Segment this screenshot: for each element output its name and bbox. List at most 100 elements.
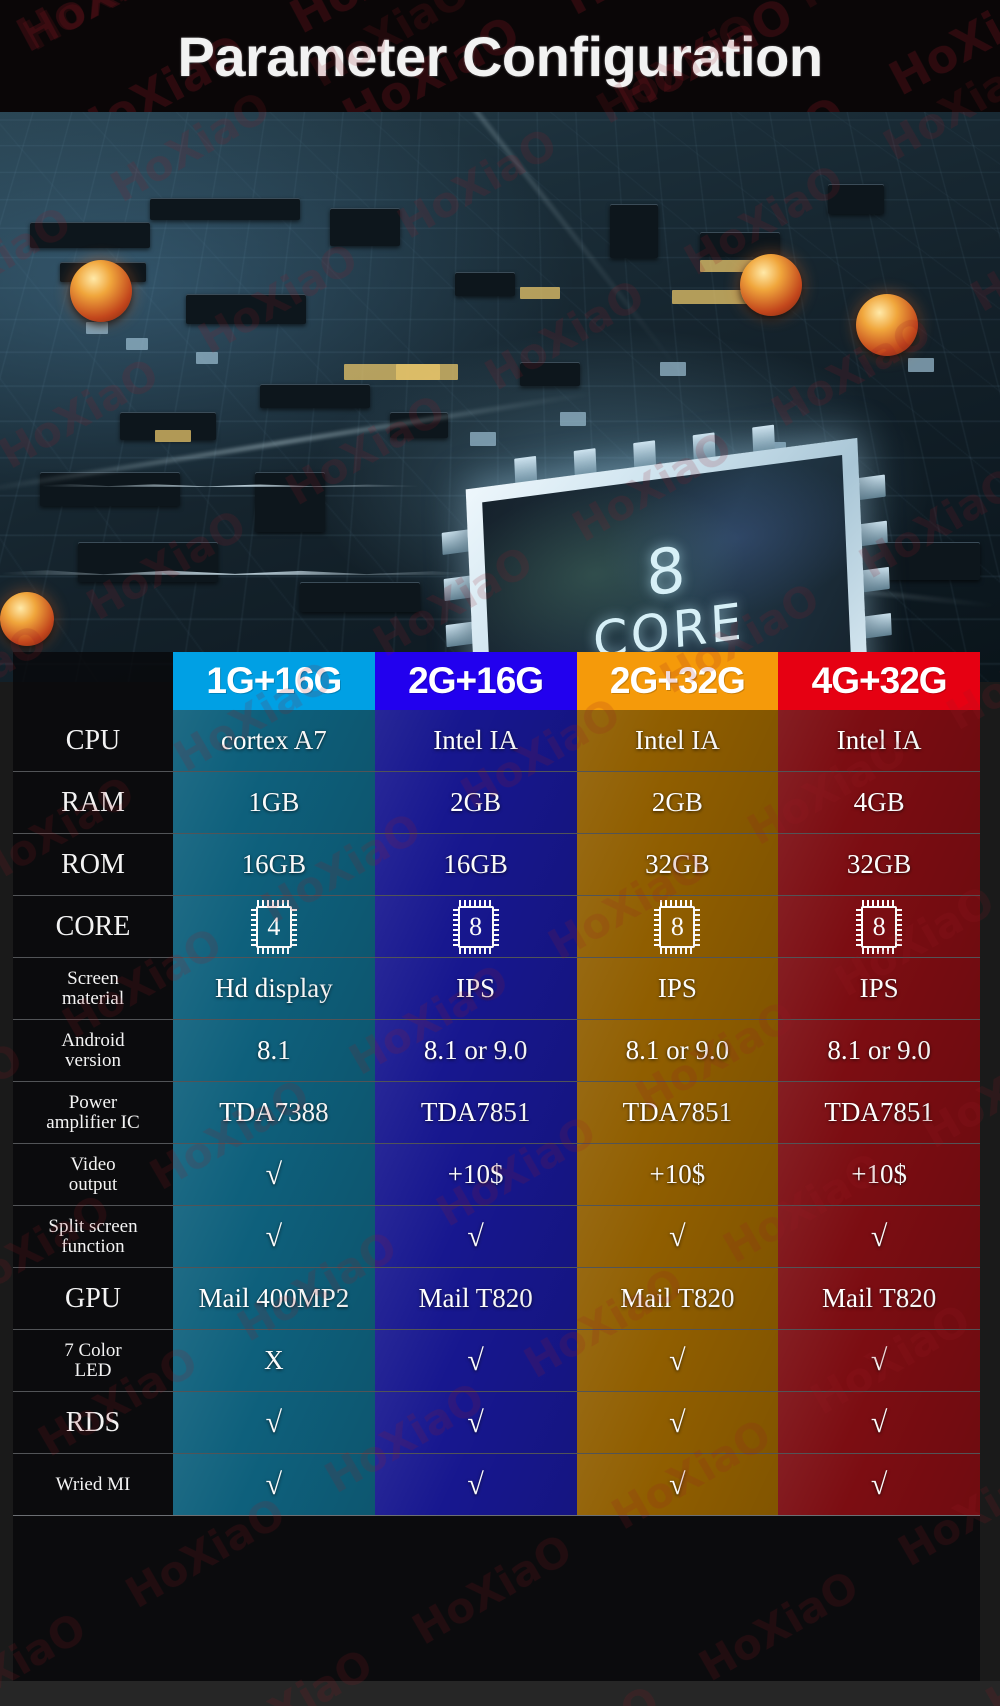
cell-value: Intel IA bbox=[635, 724, 720, 755]
cell-value: Mail T820 bbox=[620, 1282, 735, 1313]
pcb-component bbox=[260, 384, 370, 408]
pcb-component bbox=[30, 222, 150, 248]
cell-value: 1GB bbox=[248, 786, 300, 817]
pcb-pin-header bbox=[520, 287, 560, 299]
cell-6-2: TDA7851 bbox=[576, 1082, 779, 1143]
table-row: CPU cortex A7 Intel IA Intel IA Intel IA bbox=[13, 710, 980, 772]
pcb-component bbox=[610, 204, 658, 258]
table-header-row: 1G+16G 2G+16G 2G+32G 4G+32G bbox=[13, 652, 980, 710]
table-row: Split screen function √ √ √ √ bbox=[13, 1206, 980, 1268]
pcb-pad bbox=[196, 352, 218, 364]
cell-2-0: 16GB bbox=[173, 834, 375, 895]
cell-2-3: 32GB bbox=[778, 834, 980, 895]
cell-value: 8.1 or 9.0 bbox=[827, 1034, 931, 1065]
cell-11-2: √ bbox=[576, 1392, 779, 1453]
column-header-col2[interactable]: 2G+16G bbox=[374, 652, 577, 710]
pcb-component bbox=[455, 272, 515, 296]
column-header-col3[interactable]: 2G+32G bbox=[576, 652, 779, 710]
pcb-pin-header bbox=[155, 430, 191, 442]
cell-3-1: 8 bbox=[374, 896, 577, 957]
checkmark-icon: √ bbox=[467, 1468, 484, 1501]
cell-5-3: 8.1 or 9.0 bbox=[778, 1020, 980, 1081]
table-row: CORE 4 8 8 8 bbox=[13, 896, 980, 958]
cell-7-2: +10$ bbox=[576, 1144, 779, 1205]
cell-6-0: TDA7388 bbox=[173, 1082, 375, 1143]
checkmark-icon: √ bbox=[669, 1406, 686, 1439]
cell-value: Mail T820 bbox=[418, 1282, 533, 1313]
checkmark-icon: √ bbox=[669, 1468, 686, 1501]
cell-11-3: √ bbox=[778, 1392, 980, 1453]
cell-4-0: Hd display bbox=[173, 958, 375, 1019]
capacitor bbox=[740, 254, 802, 316]
cell-value: 4GB bbox=[853, 786, 905, 817]
cpu-chip-graphic: 8 CORE bbox=[441, 424, 892, 682]
pcb-pad bbox=[86, 322, 108, 334]
cell-2-1: 16GB bbox=[374, 834, 577, 895]
cell-5-2: 8.1 or 9.0 bbox=[576, 1020, 779, 1081]
cell-value: Intel IA bbox=[836, 724, 922, 755]
cell-10-1: √ bbox=[374, 1330, 577, 1391]
cell-value: cortex A7 bbox=[221, 724, 327, 755]
cell-value: IPS bbox=[859, 972, 899, 1003]
cell-9-2: Mail T820 bbox=[576, 1268, 779, 1329]
cell-value: 8.1 or 9.0 bbox=[625, 1034, 730, 1065]
column-header-col4[interactable]: 4G+32G bbox=[778, 652, 980, 710]
row-label-core: CORE bbox=[55, 910, 131, 942]
cell-4-3: IPS bbox=[778, 958, 980, 1019]
pcb-component bbox=[150, 198, 300, 220]
cell-12-3: √ bbox=[778, 1454, 980, 1515]
cell-value: +10$ bbox=[649, 1158, 706, 1189]
row-label-split-screen-function: Split screen function bbox=[48, 1215, 138, 1257]
row-label-video-output: Video output bbox=[68, 1153, 118, 1195]
cell-value: 32GB bbox=[645, 848, 710, 879]
cell-value: TDA7851 bbox=[824, 1096, 934, 1127]
header-corner-cell bbox=[13, 652, 173, 710]
cell-7-1: +10$ bbox=[374, 1144, 577, 1205]
cell-10-2: √ bbox=[576, 1330, 779, 1391]
cell-8-3: √ bbox=[778, 1206, 980, 1267]
checkmark-icon: √ bbox=[870, 1344, 888, 1377]
pcb-component bbox=[828, 184, 884, 214]
pcb-component bbox=[520, 362, 580, 386]
cell-0-2: Intel IA bbox=[576, 710, 779, 771]
pcb-component bbox=[700, 232, 780, 256]
cell-value: Mail T820 bbox=[822, 1282, 937, 1313]
cross-icon: X bbox=[264, 1344, 284, 1375]
cell-11-0: √ bbox=[173, 1392, 375, 1453]
pcb-component bbox=[330, 208, 400, 246]
cell-4-1: IPS bbox=[374, 958, 577, 1019]
parameter-configuration-table: 1G+16G 2G+16G 2G+32G 4G+32G CPU cortex A7… bbox=[13, 652, 980, 1681]
cell-value: 2GB bbox=[651, 786, 703, 817]
checkmark-icon: √ bbox=[265, 1158, 283, 1191]
cell-7-0: √ bbox=[173, 1144, 375, 1205]
cell-5-0: 8.1 bbox=[173, 1020, 375, 1081]
cell-10-3: √ bbox=[778, 1330, 980, 1391]
table-row: Video output √ +10$ +10$ +10$ bbox=[13, 1144, 980, 1206]
capacitor bbox=[70, 260, 132, 322]
cell-2-2: 32GB bbox=[576, 834, 779, 895]
cell-12-0: √ bbox=[173, 1454, 375, 1515]
column-header-col1[interactable]: 1G+16G bbox=[173, 652, 375, 710]
cell-8-1: √ bbox=[374, 1206, 577, 1267]
checkmark-icon: √ bbox=[467, 1406, 484, 1439]
pcb-pin-header bbox=[396, 364, 458, 380]
cell-1-2: 2GB bbox=[576, 772, 779, 833]
title-banner: HoXiaO Parameter Configuration bbox=[0, 0, 1000, 112]
cell-8-2: √ bbox=[576, 1206, 779, 1267]
cell-3-0: 4 bbox=[173, 896, 375, 957]
cell-12-1: √ bbox=[374, 1454, 577, 1515]
cell-9-3: Mail T820 bbox=[778, 1268, 980, 1329]
chip-icon: 8 bbox=[654, 899, 701, 954]
page-title: Parameter Configuration bbox=[177, 24, 823, 88]
chip-core-count: 8 bbox=[644, 532, 688, 611]
cell-11-1: √ bbox=[374, 1392, 577, 1453]
cell-1-1: 2GB bbox=[374, 772, 577, 833]
cell-value: 8.1 or 9.0 bbox=[423, 1034, 528, 1065]
row-label-android-version: Android version bbox=[61, 1029, 125, 1071]
row-label-screen-material: Screen material bbox=[61, 967, 125, 1009]
footer-strip bbox=[0, 1681, 1000, 1706]
checkmark-icon: √ bbox=[265, 1406, 283, 1439]
cell-9-0: Mail 400MP2 bbox=[173, 1268, 375, 1329]
chip-icon-value: 8 bbox=[469, 911, 483, 941]
cell-value: 8.1 bbox=[257, 1034, 291, 1065]
